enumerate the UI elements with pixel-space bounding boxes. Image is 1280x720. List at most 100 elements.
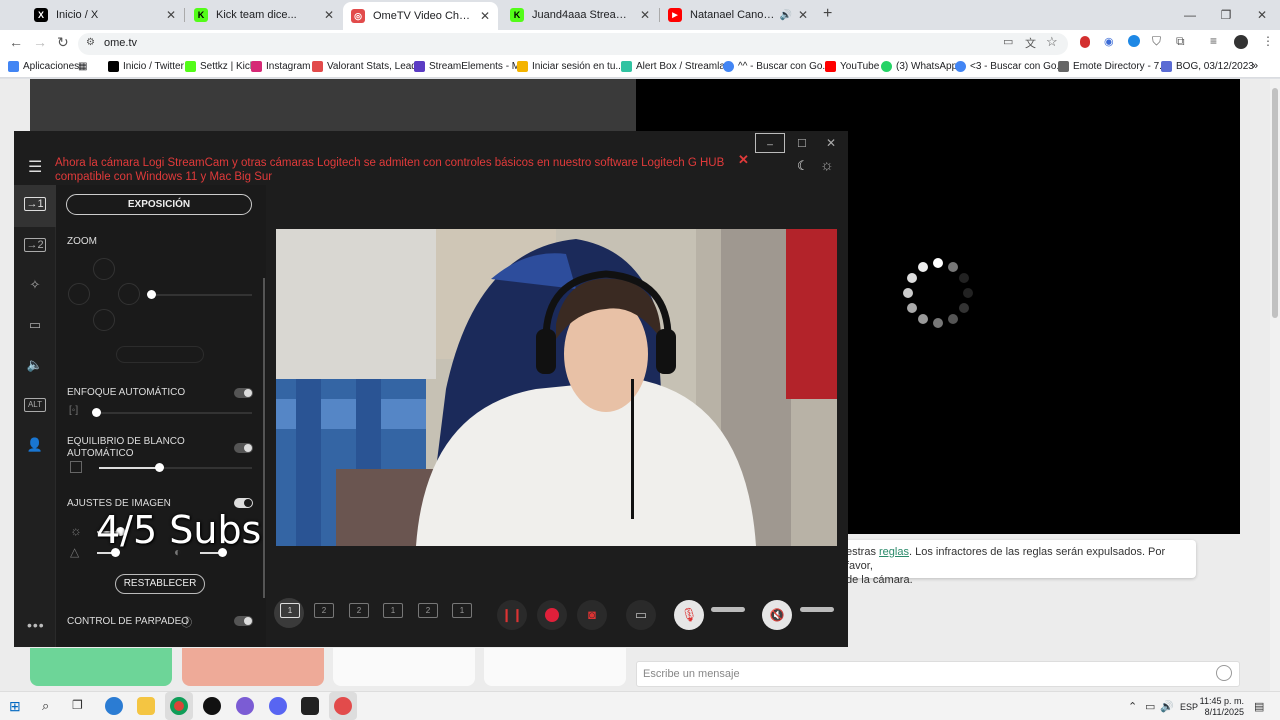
grid-icon[interactable]: ▦ xyxy=(78,61,87,72)
puzzle-icon[interactable]: ⧉ xyxy=(1176,34,1185,49)
source2-icon[interactable]: →2 xyxy=(24,238,46,252)
bookmark-bog[interactable]: BOG, 03/12/2023 xyxy=(1161,61,1254,72)
restore-icon[interactable]: ❐ xyxy=(1208,0,1244,30)
notifications-icon[interactable]: ▤ xyxy=(1254,700,1264,713)
speaker-volume-slider[interactable] xyxy=(800,607,834,612)
minimize-icon[interactable]: — xyxy=(1172,0,1208,30)
avatar[interactable] xyxy=(1234,35,1248,49)
app-icon[interactable] xyxy=(203,697,221,715)
chrome-icon[interactable] xyxy=(170,697,188,715)
alt-icon[interactable]: ALT xyxy=(24,398,46,412)
maximize-icon[interactable]: ☐ xyxy=(797,137,807,150)
tab-kick-team[interactable]: K Kick team dice... ✕ xyxy=(186,3,342,27)
ometv-icon[interactable] xyxy=(334,697,352,715)
kebab-menu-icon[interactable]: ⋮ xyxy=(1262,34,1274,48)
layout-pip-button[interactable]: 2 xyxy=(349,603,369,618)
task-view-icon[interactable]: ❐ xyxy=(72,698,83,712)
new-tab-icon[interactable]: + xyxy=(823,5,832,23)
speaker-icon[interactable]: 🔈 xyxy=(24,357,46,373)
windows-start-icon[interactable]: ⊞ xyxy=(9,698,21,715)
sun-icon[interactable]: ☼ xyxy=(820,157,834,174)
user-icon[interactable]: 👤 xyxy=(24,437,46,453)
bookmark-streamelements[interactable]: StreamElements - M... xyxy=(414,61,528,72)
back-icon[interactable]: ← xyxy=(9,34,23,50)
layout-split2-button[interactable]: 1 xyxy=(452,603,472,618)
tab-juand4aaa-stream[interactable]: K Juand4aaa Stream - Watch Live ✕ xyxy=(502,3,658,27)
exposure-button[interactable]: EXPOSICIÓN xyxy=(66,194,252,215)
more-options-icon[interactable]: ••• xyxy=(27,617,45,633)
bookmark-youtube[interactable]: YouTube xyxy=(825,61,879,72)
close-icon[interactable]: ✕ xyxy=(166,8,176,22)
record-button[interactable] xyxy=(537,600,567,630)
moon-icon[interactable]: ☾ xyxy=(797,158,809,174)
bookmark-google-search-2[interactable]: <3 - Buscar con Go... xyxy=(955,61,1065,72)
stop-button[interactable] xyxy=(182,648,324,686)
app-icon[interactable] xyxy=(236,697,254,715)
site-info-icon[interactable]: ⚙ xyxy=(86,37,95,48)
rules-link[interactable]: reglas xyxy=(879,546,909,558)
bookmark-iniciar-sesion[interactable]: Iniciar sesión en tu... xyxy=(517,61,624,72)
network-icon[interactable]: ▭ xyxy=(1145,700,1155,713)
layout-1-button[interactable]: 1 xyxy=(280,603,300,618)
layout-2-button[interactable]: 2 xyxy=(314,603,334,618)
search-icon[interactable]: ⌕ xyxy=(42,698,49,714)
minimize-button[interactable]: _ xyxy=(755,133,785,153)
focus-slider-knob[interactable] xyxy=(92,408,101,417)
hamburger-menu-icon[interactable]: ☰ xyxy=(28,157,42,177)
layout-split-button[interactable]: 2 xyxy=(418,603,438,618)
scrollbar-thumb[interactable] xyxy=(1272,88,1278,318)
pause-icon[interactable]: ❙❙ xyxy=(497,600,527,630)
option-button[interactable] xyxy=(333,648,475,686)
file-explorer-icon[interactable] xyxy=(137,697,155,715)
discord-icon[interactable] xyxy=(269,697,287,715)
camera-icon[interactable]: ▭ xyxy=(24,317,46,333)
tab-ometv[interactable]: ◎ OmeTV Video Chat — Omegle ✕ xyxy=(343,2,498,30)
option-button[interactable] xyxy=(484,648,626,686)
forward-icon[interactable]: → xyxy=(33,34,47,50)
bookmark-twitter[interactable]: Inicio / Twitter xyxy=(108,61,184,72)
cast-icon[interactable]: ▭ xyxy=(1003,35,1013,48)
zoom-slider-track[interactable] xyxy=(152,294,252,296)
translate-icon[interactable]: 文 xyxy=(1025,35,1036,51)
speaker-mute-icon[interactable]: 🔇 xyxy=(762,600,792,630)
bookmark-kick[interactable]: Settkz | Kick xyxy=(185,61,255,72)
url-text[interactable]: ome.tv xyxy=(104,37,137,49)
bookmark-google-search[interactable]: ^^ - Buscar con Go... xyxy=(723,61,831,72)
bookmark-alert-box[interactable]: Alert Box / Streamla... xyxy=(621,61,733,72)
white-balance-slider-knob[interactable] xyxy=(155,463,164,472)
reset-button[interactable]: RESTABLECER xyxy=(115,574,205,594)
source1-icon[interactable]: →1 xyxy=(24,197,46,211)
close-icon[interactable]: ✕ xyxy=(1244,0,1280,30)
white-balance-toggle[interactable] xyxy=(234,443,253,453)
bookmark-emote-directory[interactable]: Emote Directory - 7... xyxy=(1058,61,1167,72)
close-banner-icon[interactable]: ✕ xyxy=(738,152,749,168)
focus-slider-track[interactable] xyxy=(97,412,252,414)
layout-pip2-button[interactable]: 1 xyxy=(383,603,403,618)
mic-volume-slider[interactable] xyxy=(711,607,745,612)
pan-down-icon[interactable] xyxy=(93,309,115,331)
tab-natanael-cano[interactable]: ▶ Natanael Cano x Gabito Bal 🔊 ✕ xyxy=(660,3,816,27)
obs-icon[interactable] xyxy=(301,697,319,715)
bookmark-instagram[interactable]: Instagram xyxy=(251,61,310,72)
folder-icon[interactable]: ▭ xyxy=(626,600,656,630)
address-bar[interactable] xyxy=(78,33,1068,55)
chevron-up-icon[interactable]: ⌃ xyxy=(1128,700,1137,713)
bookmark-apps[interactable]: Aplicaciones xyxy=(8,61,79,72)
autofocus-toggle[interactable] xyxy=(234,388,253,398)
edge-icon[interactable] xyxy=(105,697,123,715)
shield-icon[interactable]: ⛉ xyxy=(1152,34,1161,49)
image-settings-toggle[interactable] xyxy=(234,498,253,508)
bookmark-valorant[interactable]: Valorant Stats, Lead... xyxy=(312,61,425,72)
zoom-slider-knob[interactable] xyxy=(147,290,156,299)
pan-left-icon[interactable] xyxy=(68,283,90,305)
language-indicator[interactable]: ESP xyxy=(1180,702,1198,712)
more-bookmarks-icon[interactable]: » xyxy=(1252,60,1258,72)
pan-up-icon[interactable] xyxy=(93,258,115,280)
start-button[interactable] xyxy=(30,648,172,686)
panel-scrollbar[interactable] xyxy=(263,278,265,598)
close-icon[interactable]: ✕ xyxy=(480,9,490,23)
close-icon[interactable]: ✕ xyxy=(324,8,334,22)
flicker-toggle[interactable] xyxy=(234,616,253,626)
extension-icon[interactable] xyxy=(1080,36,1090,48)
volume-icon[interactable]: 🔊 xyxy=(1160,700,1174,713)
